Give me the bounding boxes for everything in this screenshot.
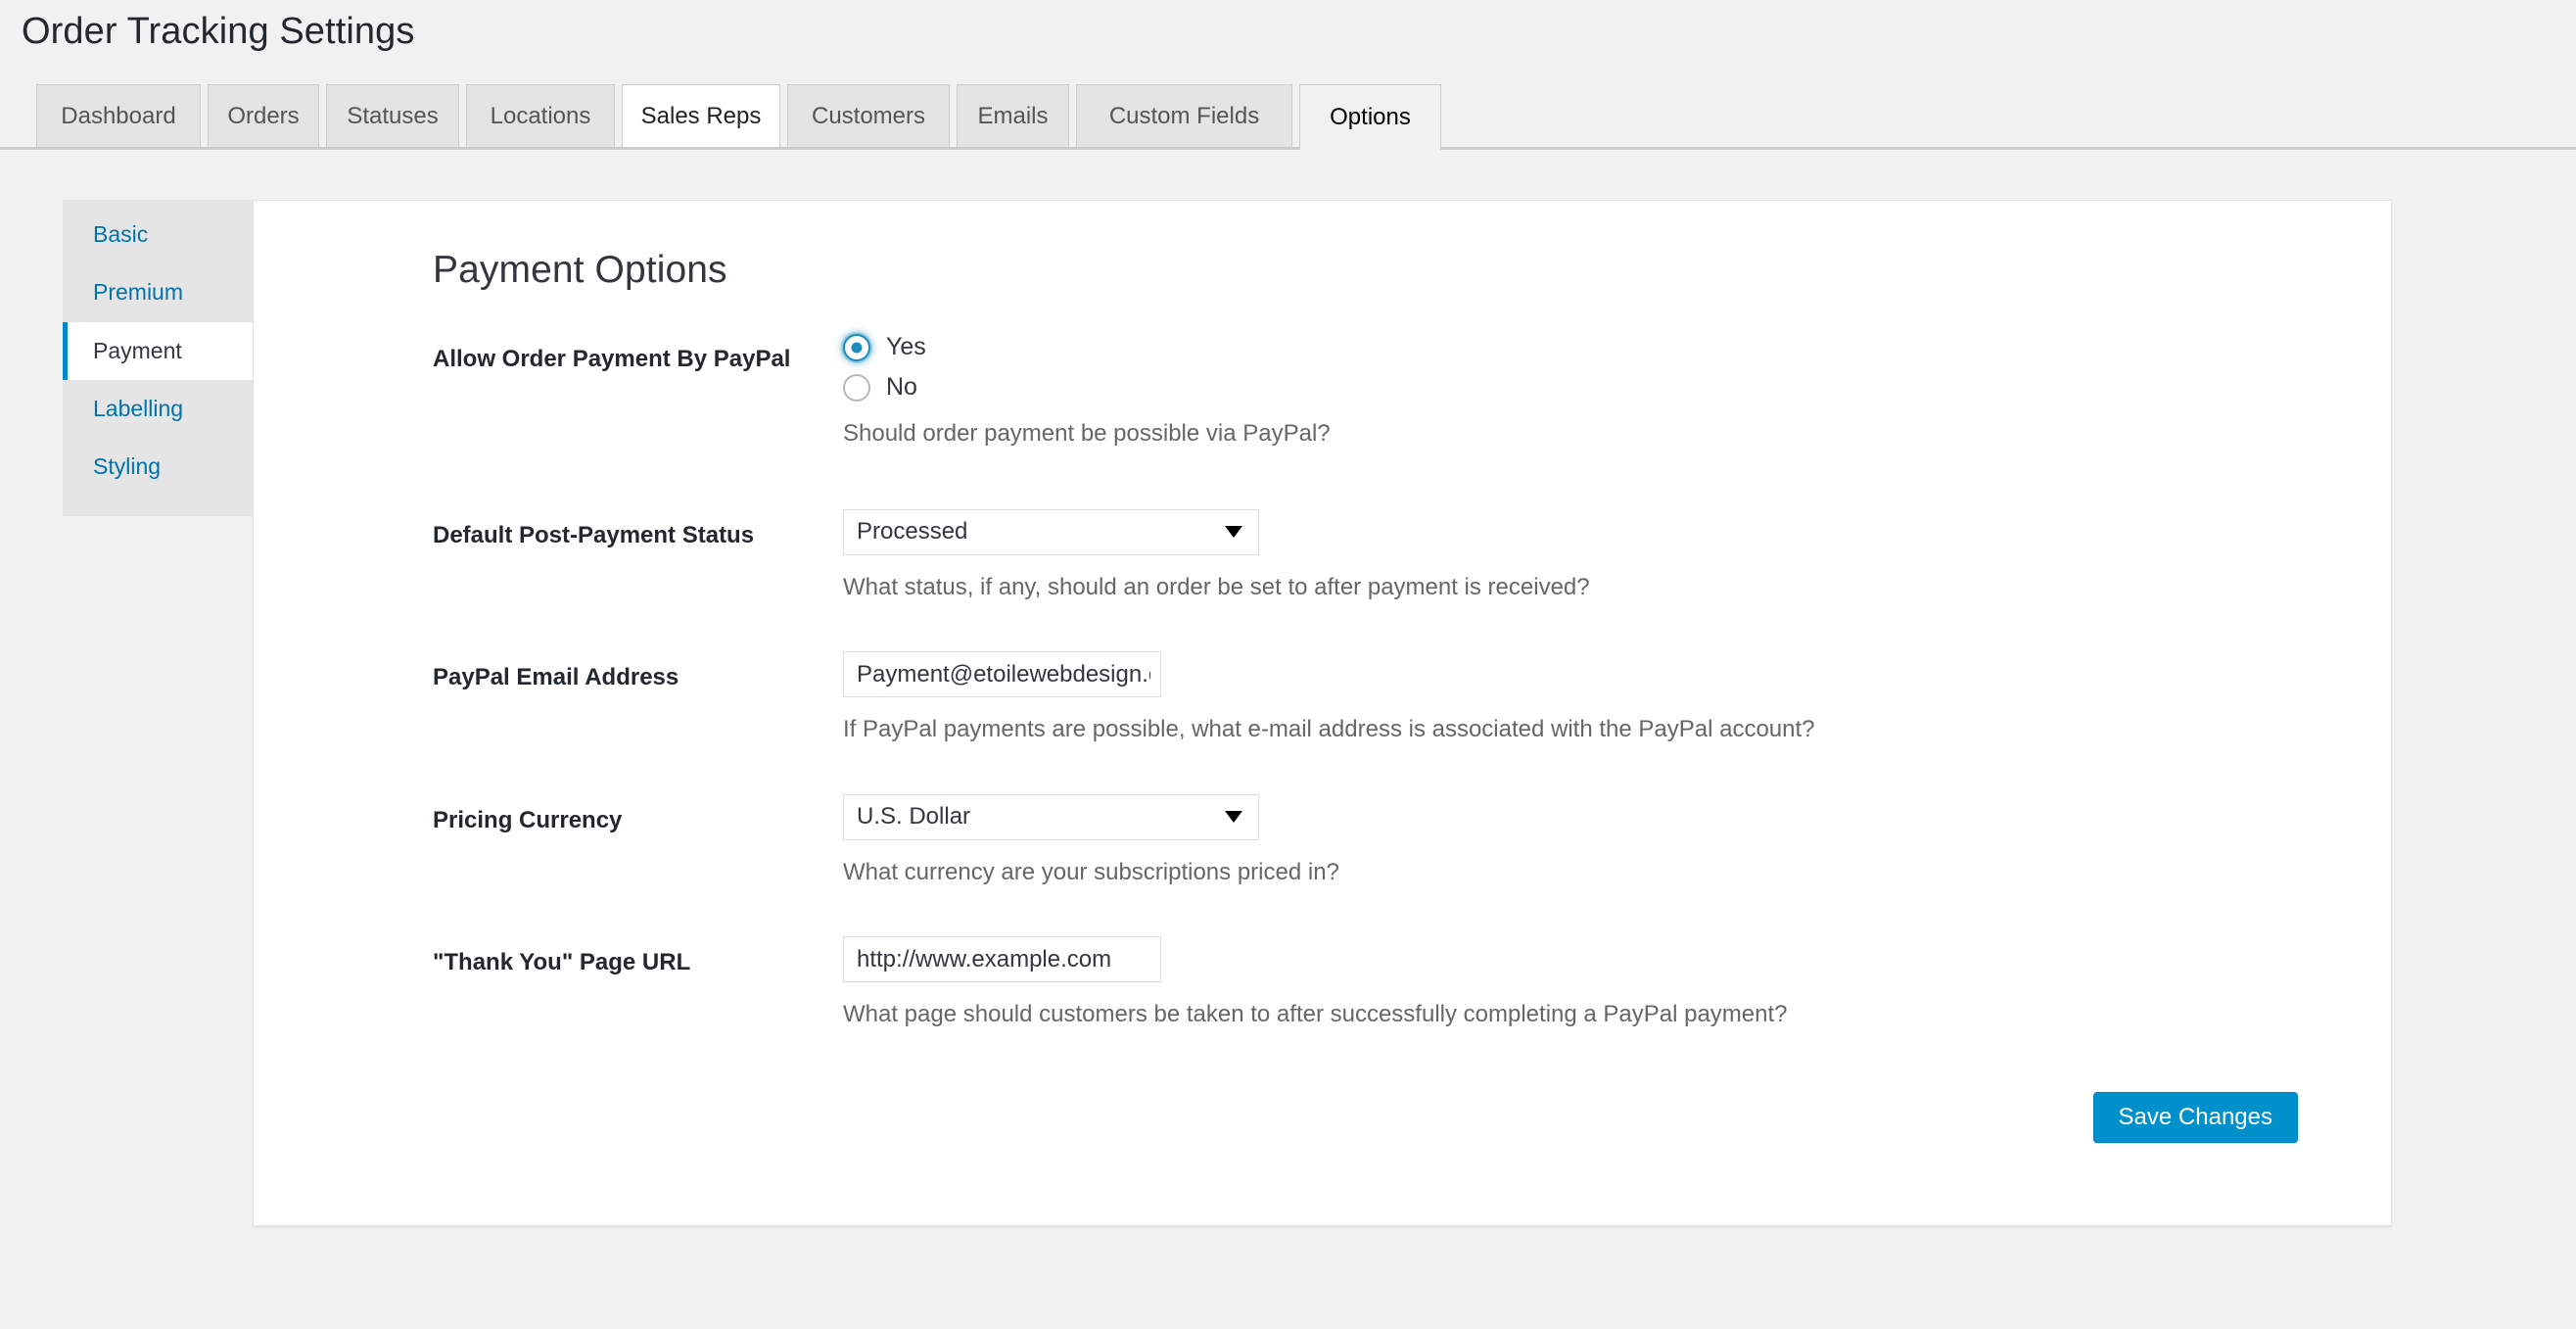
field-label: Allow Order Payment By PayPal [433, 346, 791, 372]
row-spacer [433, 451, 2391, 509]
tab-label: Orders [227, 102, 300, 129]
tab-label: Emails [977, 102, 1049, 129]
tab-label: Locations [490, 102, 591, 129]
tab-label: Options [1330, 104, 1411, 130]
payment-options-card: Payment Options Allow Order Payment By P… [253, 200, 2392, 1226]
save-row: Save Changes [433, 1091, 2391, 1143]
field-label: Pricing Currency [433, 806, 623, 833]
settings-form: Allow Order Payment By PayPal Yes No Sho… [254, 333, 2391, 1143]
row-spacer [433, 746, 2391, 794]
sidebar-item-styling[interactable]: Styling [63, 438, 254, 496]
field-paypal-allowed: Allow Order Payment By PayPal Yes No Sho… [433, 333, 2391, 451]
radio-option-yes[interactable]: Yes [843, 333, 2391, 361]
select-value: U.S. Dollar [857, 803, 971, 831]
tab-bar: Dashboard Orders Statuses Locations Sale… [0, 84, 2576, 150]
tab-label: Customers [811, 102, 926, 129]
field-label: PayPal Email Address [433, 664, 679, 691]
field-control: Yes No Should order payment be possible … [836, 333, 2391, 451]
sidebar-item-label: Premium [93, 279, 184, 306]
sidebar-item-label: Labelling [93, 396, 184, 422]
sidebar-item-payment[interactable]: Payment [63, 321, 254, 381]
post-payment-status-select[interactable]: Processed [843, 508, 1259, 555]
tab-statuses[interactable]: Statuses [326, 84, 459, 147]
tab-label: Dashboard [61, 102, 176, 129]
chevron-down-icon [1225, 811, 1242, 824]
field-control: U.S. Dollar What currency are your subsc… [836, 793, 2391, 889]
sidebar-item-label: Payment [93, 337, 182, 363]
field-control: Processed What status, if any, should an… [836, 508, 2391, 604]
tab-custom-fields[interactable]: Custom Fields [1076, 84, 1292, 147]
field-control: If PayPal payments are possible, what e-… [836, 651, 2391, 746]
section-heading: Payment Options [433, 249, 727, 291]
save-changes-button[interactable]: Save Changes [2092, 1091, 2298, 1143]
field-label: Default Post-Payment Status [433, 521, 755, 548]
field-paypal-email: PayPal Email Address If PayPal payments … [433, 651, 2391, 746]
page-title: Order Tracking Settings [22, 11, 415, 52]
select-value: Processed [857, 518, 968, 546]
radio-yes-label: Yes [886, 333, 926, 360]
paypal-email-input[interactable] [843, 651, 1161, 698]
field-description: What page should customers be taken to a… [843, 1001, 1788, 1028]
field-description: What currency are your subscriptions pri… [843, 858, 1339, 885]
tab-orders[interactable]: Orders [208, 84, 319, 147]
row-spacer [433, 888, 2391, 936]
field-label: "Thank You" Page URL [433, 949, 691, 976]
radio-option-no[interactable]: No [843, 373, 2391, 402]
row-spacer [433, 603, 2391, 651]
field-description: If PayPal payments are possible, what e-… [843, 716, 1815, 743]
sidebar-item-premium[interactable]: Premium [63, 263, 254, 321]
field-pricing-currency: Pricing Currency U.S. Dollar What curren… [433, 793, 2391, 889]
chevron-down-icon [1225, 526, 1242, 539]
tab-label: Statuses [347, 102, 439, 129]
tab-label: Custom Fields [1108, 102, 1260, 129]
settings-sidebar: Basic Premium Payment Labelling Styling [63, 200, 254, 516]
sidebar-item-labelling[interactable]: Labelling [63, 380, 254, 438]
radio-no-label: No [886, 373, 917, 401]
field-post-payment-status: Default Post-Payment Status Processed Wh… [433, 508, 2391, 604]
field-control: What page should customers be taken to a… [836, 936, 2391, 1031]
field-description: Should order payment be possible via Pay… [843, 420, 1331, 447]
pricing-currency-select[interactable]: U.S. Dollar [843, 793, 1259, 840]
radio-yes-input[interactable] [843, 333, 870, 361]
tab-label: Sales Reps [640, 102, 762, 129]
field-thank-you-url: "Thank You" Page URL What page should cu… [433, 936, 2391, 1031]
tab-dashboard[interactable]: Dashboard [36, 84, 201, 147]
sidebar-item-label: Styling [93, 453, 162, 480]
tab-locations[interactable]: Locations [466, 84, 615, 147]
tab-emails[interactable]: Emails [957, 84, 1069, 147]
field-description: What status, if any, should an order be … [843, 573, 1590, 600]
radio-no-input[interactable] [843, 373, 870, 402]
tab-sales-reps[interactable]: Sales Reps [622, 84, 780, 147]
tab-options[interactable]: Options [1299, 84, 1441, 150]
thank-you-url-input[interactable] [843, 936, 1161, 983]
sidebar-item-label: Basic [93, 221, 149, 247]
sidebar-item-basic[interactable]: Basic [63, 206, 254, 263]
tab-customers[interactable]: Customers [787, 84, 950, 147]
